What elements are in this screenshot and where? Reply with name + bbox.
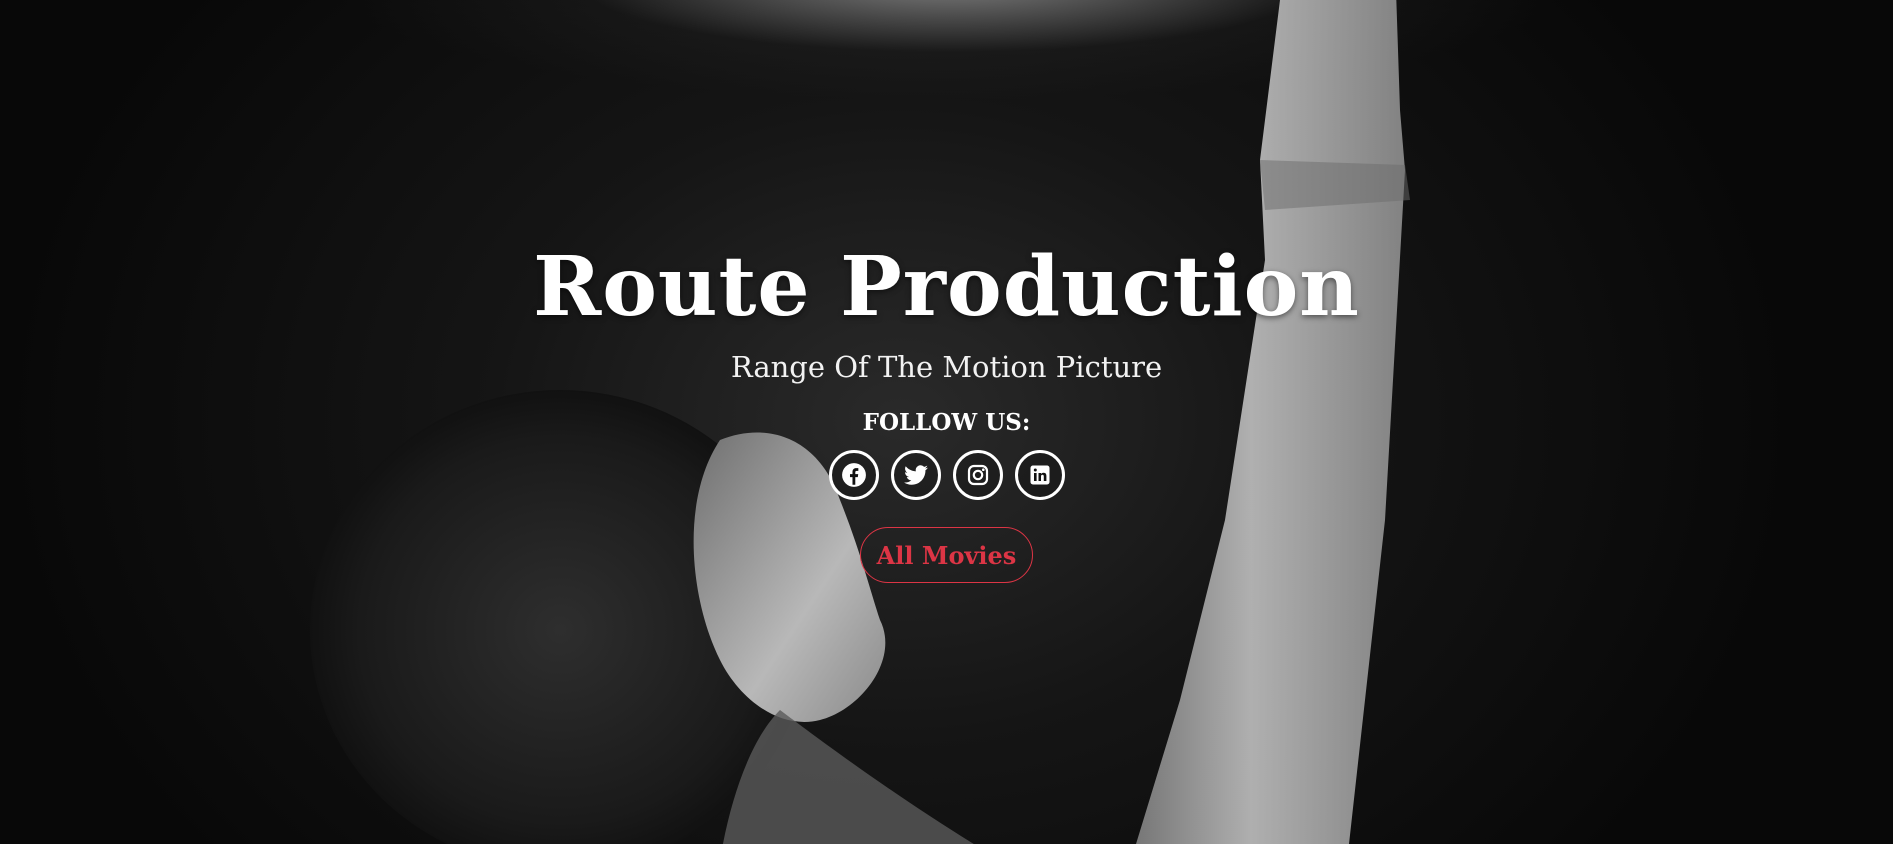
linkedin-icon (1030, 465, 1049, 485)
twitter-icon (903, 465, 928, 485)
social-links (828, 450, 1065, 500)
instagram-link[interactable] (952, 450, 1003, 500)
linkedin-link[interactable] (1014, 450, 1065, 500)
hero-content: Route Production Range Of The Motion Pic… (0, 0, 1893, 844)
hero-title: Route Production (533, 239, 1360, 335)
hero-subtitle: Range Of The Motion Picture (730, 350, 1163, 384)
twitter-link[interactable] (890, 450, 941, 500)
all-movies-button[interactable]: All Movies (859, 527, 1034, 583)
facebook-icon (841, 463, 866, 487)
follow-us-label: FOLLOW US: (862, 409, 1031, 436)
hero-section: Route Production Range Of The Motion Pic… (0, 0, 1893, 844)
facebook-link[interactable] (828, 450, 879, 500)
instagram-icon (967, 464, 988, 486)
